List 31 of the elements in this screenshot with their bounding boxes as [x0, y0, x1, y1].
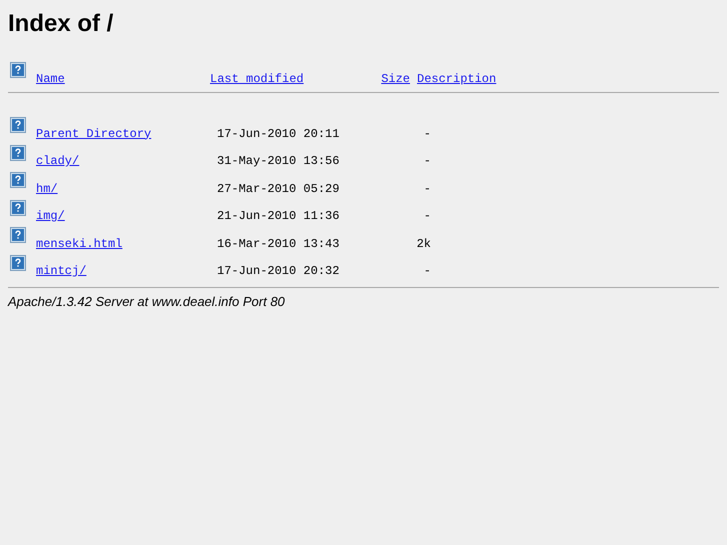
page-title: Index of / [8, 9, 114, 39]
unknown-file-icon [10, 227, 26, 243]
file-link[interactable]: hm/ [36, 182, 58, 196]
file-link[interactable]: Parent Directory [36, 126, 152, 140]
unknown-file-icon [10, 200, 26, 216]
column-sort-link[interactable]: Description [417, 72, 496, 86]
file-size: - [424, 264, 431, 278]
column-sort-link[interactable]: Name [36, 72, 65, 86]
unknown-file-icon [10, 144, 26, 160]
column-sort-link[interactable]: Last modified [210, 72, 304, 86]
unknown-file-icon [10, 117, 26, 133]
modified-date: 31-May-2010 13:56 [217, 154, 340, 168]
unknown-file-icon [10, 254, 26, 270]
file-size: - [424, 209, 431, 223]
file-size: - [424, 154, 431, 168]
modified-date: 27-Mar-2010 05:29 [217, 182, 340, 196]
modified-date: 17-Jun-2010 20:32 [217, 264, 340, 278]
file-size: - [424, 182, 431, 196]
file-link[interactable]: img/ [36, 209, 65, 223]
unknown-file-icon [10, 172, 26, 188]
unknown-file-icon [10, 62, 26, 78]
file-link[interactable]: menseki.html [36, 236, 122, 250]
modified-date: 17-Jun-2010 20:11 [217, 126, 340, 140]
file-size: 2k [416, 236, 431, 250]
file-link[interactable]: mintcj/ [36, 264, 86, 278]
file-size: - [424, 126, 431, 140]
modified-date: 16-Mar-2010 13:43 [217, 236, 340, 250]
modified-date: 21-Jun-2010 11:36 [217, 209, 340, 223]
file-link[interactable]: clady/ [36, 154, 80, 168]
column-sort-link[interactable]: Size [381, 72, 410, 86]
server-signature: Apache/1.3.42 Server at www.deael.info Port 80 [8, 294, 285, 309]
